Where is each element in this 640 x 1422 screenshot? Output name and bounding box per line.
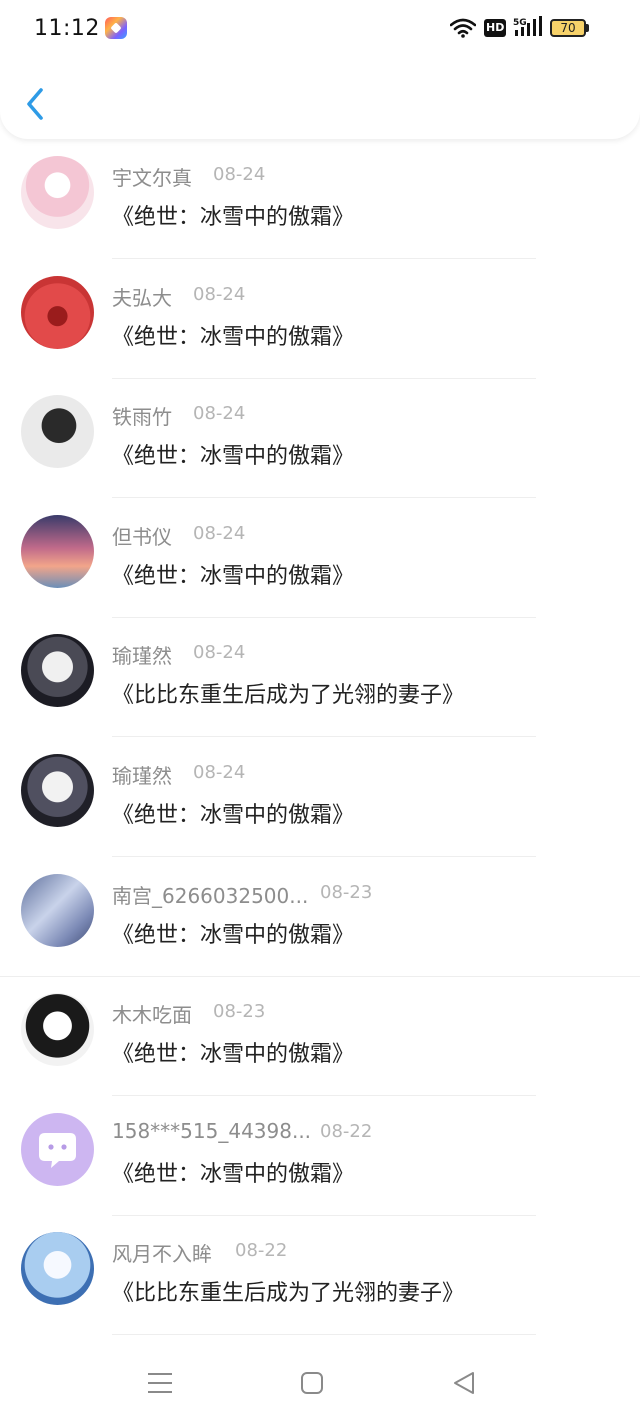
user-name: 158***515_44398...	[112, 1118, 312, 1143]
avatar[interactable]	[21, 754, 94, 827]
book-title[interactable]: 《绝世：冰雪中的傲霜》	[112, 558, 354, 590]
battery-level: 70	[560, 21, 576, 35]
book-title[interactable]: 《比比东重生后成为了光翎的妻子》	[112, 677, 464, 709]
record-date: 08-22	[235, 1240, 288, 1262]
list-item[interactable]: 夫弘大 08-24 《绝世：冰雪中的傲霜》	[0, 259, 640, 379]
list-item[interactable]: 宇文尔真 08-24 《绝世：冰雪中的傲霜》	[0, 139, 640, 259]
record-meta: 木木吃面 08-23	[112, 999, 265, 1028]
record-meta: 夫弘大 08-24	[112, 282, 245, 310]
record-date: 08-24	[193, 642, 246, 664]
book-title[interactable]: 《绝世：冰雪中的傲霜》	[112, 319, 354, 351]
avatar[interactable]	[21, 395, 94, 469]
record-meta: 南宫_6266032500... 08-23	[112, 880, 372, 908]
status-bar: 11:12 HD 5G 70	[0, 0, 640, 58]
back-triangle-icon[interactable]	[450, 1368, 480, 1398]
network-label: 5G	[513, 18, 527, 28]
avatar[interactable]	[21, 156, 94, 229]
record-meta: 瑜瑾然 08-24	[112, 640, 245, 669]
record-date: 08-24	[193, 522, 246, 544]
user-name: 风月不入眸	[112, 1242, 212, 1267]
system-navigation-bar	[0, 1342, 640, 1422]
status-time: 11:12	[34, 16, 100, 41]
user-name: 铁雨竹	[112, 405, 172, 430]
record-date: 08-24	[213, 164, 266, 185]
app-screen: 11:12 HD 5G 70 宇文尔真 08-24 《绝世：冰雪中的傲霜》 夫弘…	[0, 0, 640, 1422]
header: 11:12 HD 5G 70	[0, 0, 640, 139]
record-date: 08-23	[320, 881, 373, 903]
user-name: 南宫_6266032500...	[112, 883, 309, 908]
user-name: 但书仪	[112, 524, 172, 549]
wifi-icon	[450, 18, 476, 38]
list-item[interactable]: 瑜瑾然 08-24 《绝世：冰雪中的傲霜》	[0, 737, 640, 857]
book-title[interactable]: 《比比东重生后成为了光翎的妻子》	[112, 1275, 464, 1307]
reading-record-list: 宇文尔真 08-24 《绝世：冰雪中的傲霜》 夫弘大 08-24 《绝世：冰雪中的傲霜》铁…	[0, 139, 640, 1339]
record-meta: 但书仪 08-24	[112, 521, 245, 549]
avatar[interactable]	[21, 1232, 94, 1306]
record-meta: 宇文尔真 08-24	[112, 162, 265, 190]
record-meta: 风月不入眸 08-22	[112, 1238, 287, 1267]
avatar[interactable]	[21, 1112, 94, 1186]
user-name: 宇文尔真	[112, 166, 192, 190]
battery-cap	[586, 24, 589, 32]
record-date: 08-22	[320, 1120, 373, 1142]
record-meta: 158***515_44398... 08-22	[112, 1118, 372, 1147]
book-title[interactable]: 《绝世：冰雪中的傲霜》	[112, 797, 354, 829]
list-item[interactable]: 木木吃面 08-23 《绝世：冰雪中的傲霜》	[0, 976, 640, 1097]
list-item[interactable]: 南宫_6266032500... 08-23 《绝世：冰雪中的傲霜》	[0, 857, 640, 977]
signal-icon: 5G	[513, 16, 542, 36]
book-title[interactable]: 《绝世：冰雪中的傲霜》	[112, 1156, 354, 1188]
home-square-icon[interactable]	[297, 1368, 327, 1398]
list-item[interactable]: 铁雨竹 08-24 《绝世：冰雪中的傲霜》	[0, 378, 640, 499]
avatar[interactable]	[21, 275, 94, 349]
chevron-left-icon	[27, 88, 43, 120]
record-meta: 铁雨竹 08-24	[112, 401, 245, 430]
chat-bubble-icon	[39, 1132, 76, 1168]
record-date: 08-23	[213, 1001, 266, 1023]
user-name: 夫弘大	[112, 285, 172, 310]
list-item[interactable]: 但书仪 08-24 《绝世：冰雪中的傲霜》	[0, 498, 640, 618]
app-notification-icon	[105, 17, 127, 39]
hd-badge: HD	[484, 19, 507, 37]
record-date: 08-24	[193, 283, 246, 305]
divider	[112, 1334, 536, 1336]
back-button[interactable]	[20, 84, 50, 124]
user-name: 瑜瑾然	[112, 764, 172, 788]
book-title[interactable]: 《绝世：冰雪中的傲霜》	[112, 917, 354, 949]
book-title[interactable]: 《绝世：冰雪中的傲霜》	[112, 438, 354, 470]
book-title[interactable]: 《绝世：冰雪中的傲霜》	[112, 1036, 354, 1068]
record-meta: 瑜瑾然 08-24	[112, 760, 245, 788]
user-name: 木木吃面	[112, 1003, 192, 1028]
avatar[interactable]	[21, 873, 94, 947]
avatar[interactable]	[21, 514, 94, 588]
list-item[interactable]: 瑜瑾然 08-24 《比比东重生后成为了光翎的妻子》	[0, 617, 640, 738]
user-name: 瑜瑾然	[112, 644, 172, 669]
record-date: 08-24	[193, 403, 246, 425]
avatar[interactable]	[21, 634, 94, 708]
list-item[interactable]: 风月不入眸 08-22 《比比东重生后成为了光翎的妻子》	[0, 1215, 640, 1336]
record-date: 08-24	[193, 762, 246, 783]
book-title[interactable]: 《绝世：冰雪中的傲霜》	[112, 199, 354, 231]
avatar[interactable]	[21, 993, 94, 1067]
battery-indicator: 70	[550, 19, 590, 37]
menu-icon[interactable]	[145, 1368, 175, 1398]
list-item[interactable]: 158***515_44398... 08-22 《绝世：冰雪中的傲霜》	[0, 1096, 640, 1216]
